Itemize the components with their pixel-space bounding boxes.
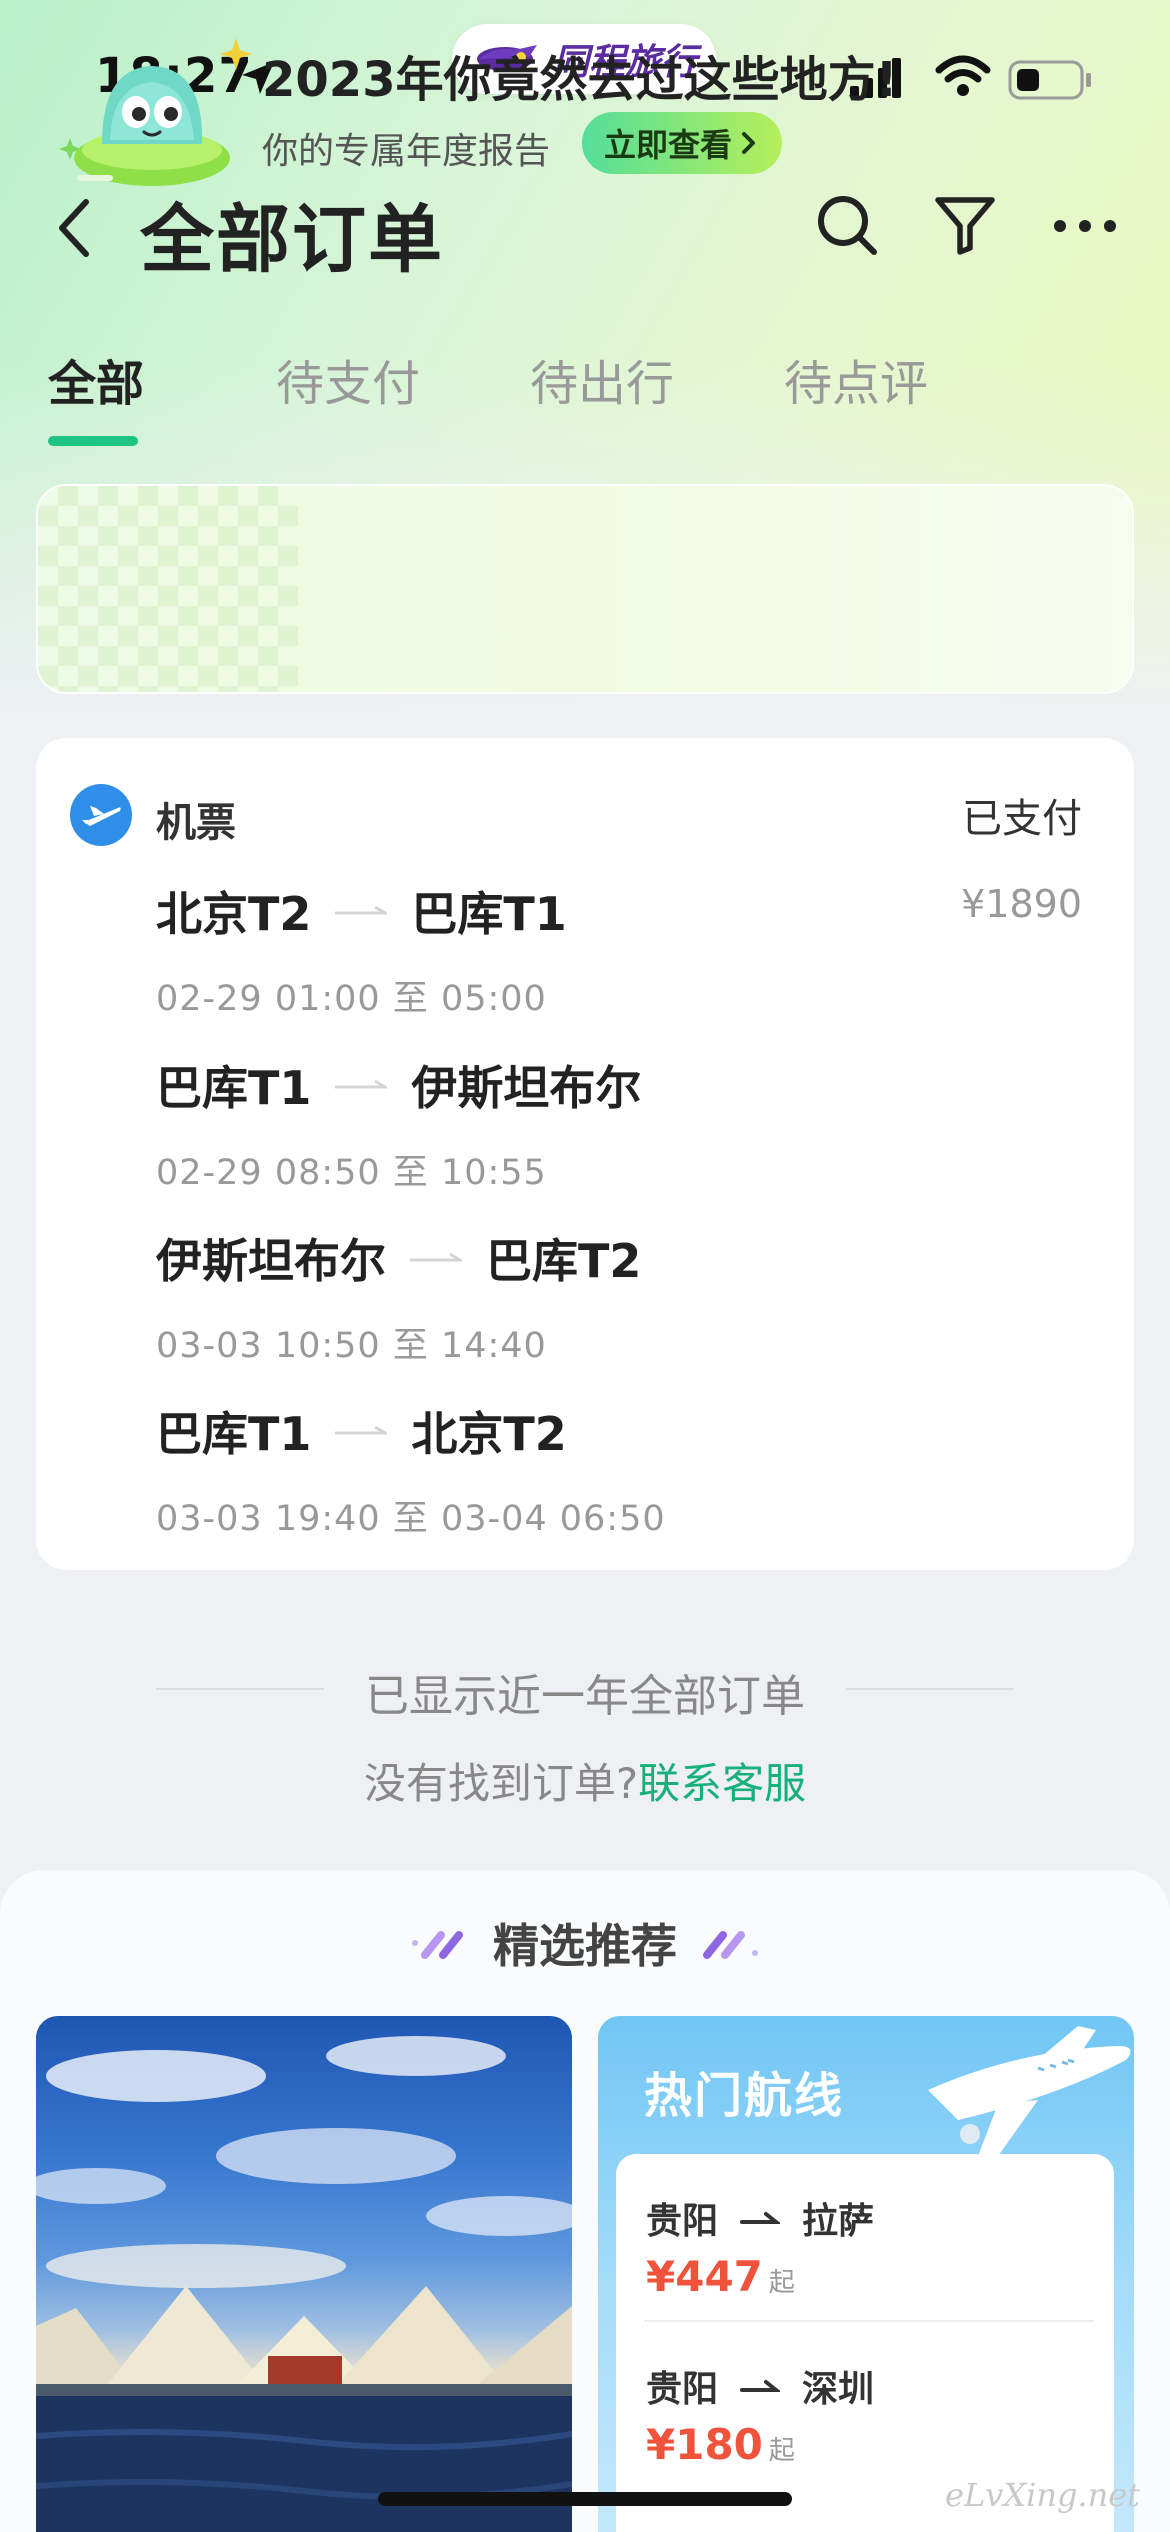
search-icon[interactable] (812, 190, 882, 260)
tab-all[interactable]: 全部 (48, 344, 144, 414)
active-tab-indicator (48, 436, 138, 446)
view-report-label: 立即查看 (604, 126, 733, 164)
segment-time: 03-03 10:50 至 14:40 (156, 1326, 547, 1366)
tab-pending-payment[interactable]: 待支付 (276, 344, 420, 414)
battery-icon (1008, 60, 1091, 100)
banner-title: 2023年你竟然去过这些地方! (262, 52, 898, 108)
flight-segment: 伊斯坦布尔 巴库T2 03-03 10:50 至 14:40 (156, 1225, 641, 1368)
route-item[interactable]: 贵阳 拉萨 ¥447 起 (646, 2192, 874, 2301)
annual-report-banner[interactable] (36, 484, 1134, 694)
back-icon[interactable] (52, 196, 96, 260)
route-destination: 拉萨 (802, 2201, 875, 2242)
route-item[interactable]: 贵阳 深圳 ¥180 起 (646, 2360, 874, 2469)
segment-origin: 巴库T1 (156, 1061, 312, 1115)
recommend-title: 精选推荐 (493, 1919, 677, 1973)
route-arrow-icon (410, 1252, 462, 1262)
watermark: eLvXing.net (945, 2476, 1140, 2514)
order-price: ¥1890 (961, 882, 1082, 926)
decor-slash-left-icon (412, 1931, 463, 1959)
order-status: 已支付 (962, 796, 1082, 842)
segment-origin: 北京T2 (156, 887, 312, 941)
filter-icon[interactable] (930, 190, 1000, 260)
segment-origin: 伊斯坦布尔 (156, 1234, 386, 1288)
route-price-suffix: 起 (768, 2268, 795, 2298)
all-orders-shown-note: 已显示近一年全部订单 (365, 1671, 805, 1722)
destination-photo-card[interactable] (36, 2016, 572, 2532)
route-arrow-icon (740, 2212, 781, 2224)
flight-segment: 巴库T1 伊斯坦布尔 02-29 08:50 至 10:55 (156, 1052, 641, 1195)
decor-slash-right-icon (703, 1931, 758, 1959)
route-price-suffix: 起 (768, 2436, 795, 2466)
segment-time: 02-29 08:50 至 10:55 (156, 1153, 547, 1193)
route-origin: 贵阳 (646, 2369, 719, 2410)
route-price: ¥180 (646, 2420, 763, 2469)
not-found-text: 没有找到订单? (363, 1759, 639, 1808)
segment-origin: 巴库T1 (156, 1407, 312, 1461)
chevron-right-icon (742, 132, 756, 154)
route-destination: 深圳 (802, 2369, 875, 2410)
more-icon[interactable] (1050, 190, 1120, 260)
view-report-button[interactable]: 立即查看 (582, 112, 783, 174)
home-indicator[interactable] (378, 2492, 792, 2506)
tab-pending-review[interactable]: 待点评 (784, 344, 928, 414)
scenic-photo (36, 2036, 572, 2532)
route-arrow-icon (335, 905, 388, 915)
tab-pending-travel[interactable]: 待出行 (530, 344, 674, 414)
flight-icon (70, 784, 132, 846)
flight-segment: 北京T2 巴库T1 02-29 01:00 至 05:00 (156, 878, 567, 1021)
recommend-header: 精选推荐 (0, 1910, 1170, 1976)
segment-destination: 巴库T1 (411, 887, 567, 941)
segment-destination: 北京T2 (411, 1407, 567, 1461)
route-price: ¥447 (646, 2252, 763, 2301)
route-origin: 贵阳 (646, 2201, 719, 2242)
route-arrow-icon (335, 1079, 388, 1089)
wifi-icon (935, 55, 991, 96)
route-arrow-icon (335, 1425, 388, 1435)
banner-subtitle: 你的专属年度报告 (262, 131, 551, 172)
route-divider (644, 2320, 1094, 2322)
ufo-mascot-icon (59, 38, 252, 186)
route-arrow-icon (740, 2380, 781, 2392)
hot-routes-title: 热门航线 (644, 2068, 845, 2124)
segment-time: 03-03 19:40 至 03-04 06:50 (156, 1499, 666, 1539)
order-category: 机票 (156, 800, 236, 846)
segment-time: 02-29 01:00 至 05:00 (156, 979, 547, 1019)
segment-destination: 巴库T2 (486, 1234, 642, 1288)
banner-pattern (38, 486, 298, 692)
flight-segment: 巴库T1 北京T2 03-03 19:40 至 03-04 06:50 (156, 1398, 666, 1541)
not-found-line: 没有找到订单?联系客服 (0, 1750, 1170, 1811)
contact-service-link[interactable]: 联系客服 (638, 1759, 806, 1808)
segment-destination: 伊斯坦布尔 (411, 1061, 642, 1115)
